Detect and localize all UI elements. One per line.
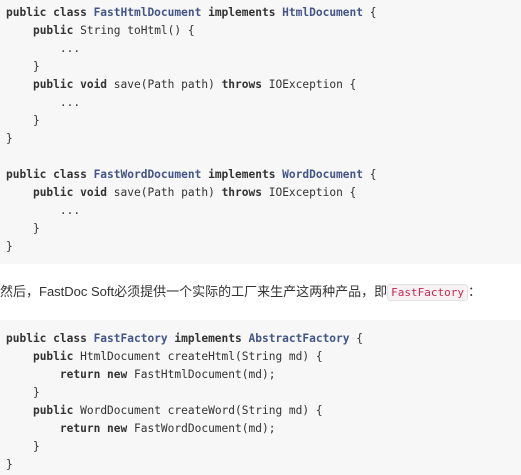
code-type-name: FastFactory [93,332,168,345]
code-keyword: return new [59,422,128,435]
code-line: public WordDocument createWord(String md… [6,402,521,420]
code-text: { [363,168,377,181]
code-text: ... [6,42,81,55]
inline-code-fastfactory: FastFactory [387,284,468,301]
code-keyword: public class [6,168,94,181]
code-keyword: public [32,24,74,37]
code-text: ... [6,204,81,217]
code-keyword: throws [221,186,262,199]
code-text: } [6,132,13,145]
code-line: ... [6,202,521,220]
code-line: public String toHtml() { [6,22,521,40]
code-keyword: return new [59,368,128,381]
code-text: IOException { [261,186,357,199]
code-text: } [6,240,13,253]
code-keyword: public class [6,332,94,345]
code-line: } [6,220,521,238]
code-line: } [6,438,521,456]
code-keyword: throws [221,78,262,91]
code-line: } [6,456,521,474]
code-text: String toHtml() { [73,24,195,37]
code-text: } [6,386,40,399]
code-text: IOException { [261,78,357,91]
code-text: } [6,114,40,127]
code-block-factory-class: public class FastFactory implements Abst… [0,320,521,475]
code-line: } [6,58,521,76]
code-type-name: AbstractFactory [248,332,350,345]
code-line: public void save(Path path) throws IOExc… [6,76,521,94]
code-type-name: FastWordDocument [93,168,202,181]
code-keyword: implements [201,168,283,181]
code-line: ... [6,40,521,58]
code-keyword: public class [6,6,94,19]
code-text: save(Path path) [107,186,222,199]
code-line: public class FastWordDocument implements… [6,166,521,184]
code-text: } [6,440,40,453]
code-type-name: HtmlDocument [282,6,363,19]
code-keyword: implements [201,6,283,19]
code-line: } [6,112,521,130]
code-line: } [6,384,521,402]
code-text: } [6,458,13,471]
code-text: ... [6,96,81,109]
code-line: public class FastFactory implements Abst… [6,330,521,348]
code-line: } [6,238,521,256]
code-line: public class FastHtmlDocument implements… [6,4,521,22]
code-line: return new FastWordDocument(md); [6,420,521,438]
description-paragraph: 然后，FastDoc Soft必须提供一个实际的工厂来生产这两种产品，即 Fast… [0,264,521,320]
code-text: } [6,222,40,235]
code-keyword: implements [167,332,249,345]
code-text: FastWordDocument(md); [127,422,276,435]
code-text: HtmlDocument createHtml(String md) { [73,350,323,363]
code-type-name: FastHtmlDocument [93,6,202,19]
code-keyword: public [32,404,74,417]
code-line: public void save(Path path) throws IOExc… [6,184,521,202]
code-text: } [6,60,40,73]
code-line: ... [6,94,521,112]
code-text: WordDocument createWord(String md) { [73,404,323,417]
paragraph-text: 然后，FastDoc Soft必须提供一个实际的工厂来生产这两种产品，即 [0,284,388,299]
code-text: FastHtmlDocument(md); [127,368,276,381]
code-block-document-classes: public class FastHtmlDocument implements… [0,0,521,264]
code-type-name: WordDocument [282,168,363,181]
paragraph-suffix: ： [468,284,482,299]
code-keyword: public void [32,186,108,199]
code-keyword: public void [32,78,108,91]
code-text: { [349,332,364,345]
code-line: return new FastHtmlDocument(md); [6,366,521,384]
code-line: } [6,130,521,148]
code-text: { [363,6,377,19]
code-keyword: public [32,350,74,363]
code-text: save(Path path) [107,78,222,91]
code-line: public HtmlDocument createHtml(String md… [6,348,521,366]
